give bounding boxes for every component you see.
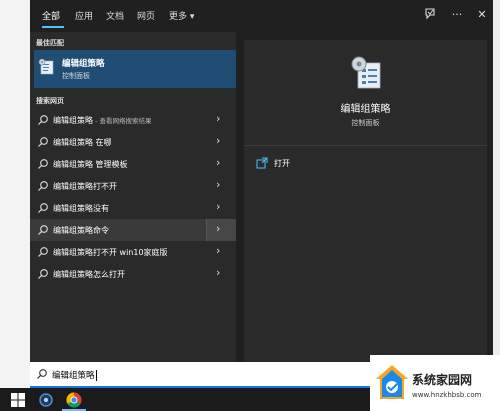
open-label: 打开 [274, 159, 290, 168]
detail-divider [244, 145, 487, 146]
search-icon [38, 159, 48, 169]
search-icon [38, 137, 48, 147]
best-match-heading: 最佳匹配 [36, 39, 64, 47]
watermark-url: www.hnzkhbsb.com [412, 391, 482, 399]
web-result-item[interactable]: 编辑组策略 管理模板 › [30, 153, 236, 175]
web-result-item[interactable]: 编辑组策略怎么打开 › [30, 263, 236, 285]
web-result-item[interactable]: 编辑组策略没有 › [30, 197, 236, 219]
web-result-item[interactable]: 编辑组策略打不开 › [30, 175, 236, 197]
tab-all[interactable]: 全部 [42, 9, 60, 22]
web-search-heading: 搜索网页 [36, 97, 64, 105]
search-icon [38, 225, 48, 235]
tab-more[interactable]: 更多 ▾ [169, 9, 194, 22]
web-result-subtext: - 查看网络搜索结果 [93, 117, 152, 125]
search-icon [38, 115, 48, 125]
background-window-right [493, 0, 500, 388]
search-icon [38, 181, 48, 191]
detail-title: 编辑组策略 [340, 104, 391, 115]
chevron-right-icon[interactable]: › [216, 266, 220, 279]
web-result-text: 编辑组策略打不开 [53, 182, 117, 191]
watermark: 系统家园网 www.hnzkhbsb.com [370, 355, 500, 411]
watermark-logo-icon [376, 365, 408, 399]
taskbar [0, 388, 370, 411]
close-icon[interactable]: ✕ [474, 7, 490, 23]
active-tab-indicator [42, 26, 64, 28]
web-result-text: 编辑组策略 在哪 [53, 138, 112, 147]
web-result-text: 编辑组策略 [53, 116, 93, 125]
taskbar-app-icon[interactable] [36, 390, 56, 410]
web-result-item-highlighted[interactable]: 编辑组策略命令 › [30, 219, 236, 241]
web-result-text: 编辑组策略命令 [53, 226, 109, 235]
search-icon [38, 203, 48, 213]
expand-button[interactable] [207, 219, 236, 241]
web-result-text: 编辑组策略打不开 win10家庭版 [53, 248, 168, 257]
web-result-text: 编辑组策略没有 [53, 204, 109, 213]
tab-documents[interactable]: 文档 [106, 9, 124, 22]
tab-bar: 全部 应用 文档 网页 更多 ▾ ··· ✕ [30, 0, 493, 32]
detail-subtitle: 控制面板 [351, 119, 380, 127]
chevron-right-icon[interactable]: › [216, 222, 220, 235]
text-caret [95, 370, 97, 381]
detail-pane: 编辑组策略 控制面板 打开 [244, 40, 487, 362]
tab-web[interactable]: 网页 [137, 9, 155, 22]
results-list: 最佳匹配 编辑组策略 控制面板 搜索网页 编辑组策略 - 查看网络搜索结果 › … [30, 32, 236, 362]
web-result-text: 编辑组策略 管理模板 [53, 160, 128, 169]
search-panel: 全部 应用 文档 网页 更多 ▾ ··· ✕ 最佳匹配 编辑组策略 控制面板 搜… [30, 0, 493, 362]
group-policy-icon [351, 56, 381, 89]
web-result-item[interactable]: 编辑组策略打不开 win10家庭版 › [30, 241, 236, 263]
search-input[interactable]: 编辑组策略 [52, 371, 95, 381]
best-match-title: 编辑组策略 [62, 59, 105, 69]
chevron-right-icon[interactable]: › [216, 134, 220, 147]
group-policy-icon [38, 58, 54, 75]
tab-apps[interactable]: 应用 [75, 9, 93, 22]
row-divider [206, 219, 207, 241]
search-box[interactable]: 编辑组策略 [30, 362, 370, 388]
chevron-right-icon[interactable]: › [216, 244, 220, 257]
search-icon [38, 247, 48, 257]
chevron-right-icon[interactable]: › [216, 112, 220, 125]
web-result-item[interactable]: 编辑组策略 - 查看网络搜索结果 › [30, 109, 236, 131]
chevron-right-icon[interactable]: › [216, 178, 220, 191]
more-options-icon[interactable]: ··· [449, 7, 465, 23]
chevron-right-icon[interactable]: › [216, 156, 220, 169]
feedback-icon[interactable] [422, 7, 438, 23]
open-action[interactable]: 打开 [256, 157, 356, 173]
windows-start-icon[interactable] [8, 390, 28, 410]
search-icon [38, 269, 48, 279]
web-result-text: 编辑组策略怎么打开 [53, 270, 125, 279]
background-window-left [0, 0, 30, 388]
best-match-item[interactable]: 编辑组策略 控制面板 [34, 50, 236, 88]
search-icon [37, 369, 47, 379]
chevron-right-icon[interactable]: › [216, 200, 220, 213]
watermark-title: 系统家园网 [412, 373, 473, 387]
chrome-icon[interactable] [64, 390, 84, 410]
best-match-subtitle: 控制面板 [62, 72, 90, 80]
open-icon [256, 157, 268, 169]
web-result-item[interactable]: 编辑组策略 在哪 › [30, 131, 236, 153]
